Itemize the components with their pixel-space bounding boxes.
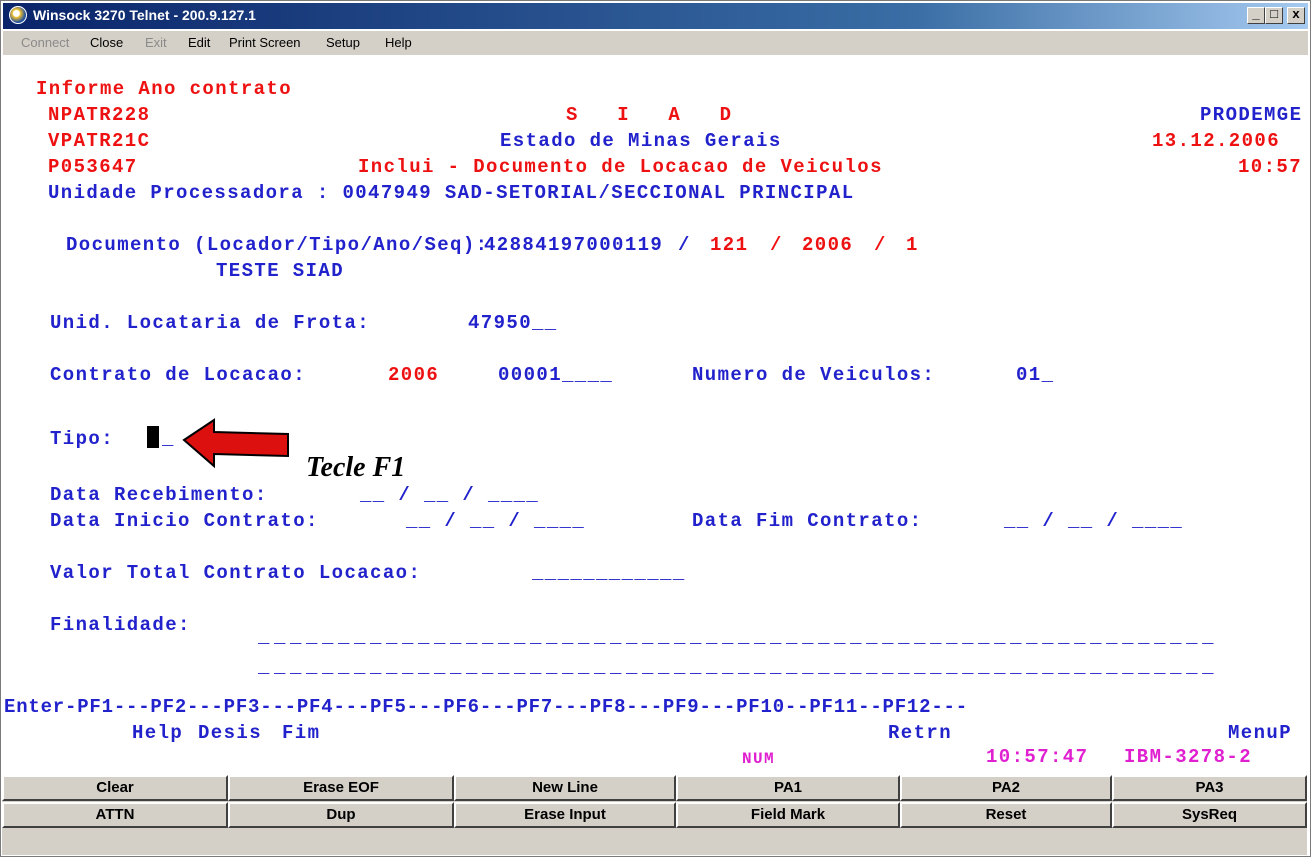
pa3-button[interactable]: PA3: [1112, 775, 1307, 801]
minimize-button[interactable]: _: [1247, 6, 1265, 24]
terminal-screen[interactable]: Informe Ano contrato NPATR228 S I A D PR…: [2, 56, 1307, 774]
pf1-help-label: Help: [132, 722, 184, 744]
app-icon[interactable]: [9, 6, 27, 24]
program-id: NPATR228: [48, 104, 151, 126]
menu-print-screen[interactable]: Print Screen: [229, 35, 301, 50]
valor-total-field[interactable]: ____________: [532, 562, 686, 584]
keypad-panel: Clear Erase EOF New Line PA1 PA2 PA3 ATT…: [2, 775, 1307, 855]
contrato-label: Contrato de Locacao:: [50, 364, 307, 386]
pf-key-line: Enter-PF1---PF2---PF3---PF4---PF5---PF6-…: [4, 696, 968, 718]
contrato-numero-field[interactable]: 00001____: [498, 364, 613, 386]
unid-locataria-label: Unid. Locataria de Frota:: [50, 312, 371, 334]
screen-title: Inclui - Documento de Locacao de Veiculo…: [358, 156, 883, 178]
red-arrow-icon: [182, 418, 289, 469]
pf2-desis-label: Desis: [198, 722, 263, 744]
erase-input-button[interactable]: Erase Input: [454, 802, 676, 828]
finalidade-label: Finalidade:: [50, 614, 191, 636]
numero-veiculos-label: Numero de Veiculos:: [692, 364, 936, 386]
reset-button[interactable]: Reset: [900, 802, 1112, 828]
new-line-button[interactable]: New Line: [454, 775, 676, 801]
finalidade-field-line1[interactable]: ________________________________________…: [258, 626, 1218, 648]
pf3-fim-label: Fim: [282, 722, 321, 744]
close-icon: x: [1292, 6, 1300, 21]
tipo-label: Tipo:: [50, 428, 115, 450]
documento-seq: 1: [906, 234, 919, 256]
erase-eof-button[interactable]: Erase EOF: [228, 775, 454, 801]
menu-exit[interactable]: Exit: [145, 35, 167, 50]
field-mark-button[interactable]: Field Mark: [676, 802, 900, 828]
unidade-processadora: Unidade Processadora : 0047949 SAD-SETOR…: [48, 182, 855, 204]
text-cursor: [147, 426, 159, 448]
system-name: S I A D: [566, 104, 733, 126]
pa1-button[interactable]: PA1: [676, 775, 900, 801]
pf12-menup-label: MenuP: [1228, 722, 1293, 744]
state-name: Estado de Minas Gerais: [500, 130, 782, 152]
tipo-field[interactable]: _: [162, 428, 175, 450]
window-title: Winsock 3270 Telnet - 200.9.127.1: [33, 7, 256, 23]
clear-button[interactable]: Clear: [2, 775, 228, 801]
maximize-button[interactable]: □: [1265, 6, 1283, 24]
unid-locataria-field[interactable]: 47950__: [468, 312, 558, 334]
maximize-icon: □: [1270, 6, 1278, 21]
menu-setup[interactable]: Setup: [326, 35, 360, 50]
annotation-tecle-f1: Tecle F1: [306, 452, 406, 483]
data-recebimento-label: Data Recebimento:: [50, 484, 268, 506]
data-recebimento-field[interactable]: __ / __ / ____: [360, 484, 539, 506]
contrato-ano: 2006: [388, 364, 440, 386]
data-inicio-label: Data Inicio Contrato:: [50, 510, 319, 532]
dup-button[interactable]: Dup: [228, 802, 454, 828]
user-id: P053647: [48, 156, 138, 178]
documento-ano: 2006: [802, 234, 854, 256]
menu-edit[interactable]: Edit: [188, 35, 210, 50]
status-clock: 10:57:47: [986, 746, 1089, 768]
terminal-type: IBM-3278-2: [1124, 746, 1253, 768]
documento-sep: /: [770, 234, 783, 256]
data-fim-field[interactable]: __ / __ / ____: [1004, 510, 1183, 532]
documento-descricao: TESTE SIAD: [216, 260, 345, 282]
numero-veiculos-field[interactable]: 01_: [1016, 364, 1054, 386]
current-date: 13.12.2006: [1152, 130, 1281, 152]
data-fim-label: Data Fim Contrato:: [692, 510, 923, 532]
pa2-button[interactable]: PA2: [900, 775, 1112, 801]
screen-id: VPATR21C: [48, 130, 151, 152]
status-message: Informe Ano contrato: [36, 78, 293, 100]
menu-connect[interactable]: Connect: [21, 35, 69, 50]
sysreq-button[interactable]: SysReq: [1112, 802, 1307, 828]
pf9-retrn-label: Retrn: [888, 722, 953, 744]
num-lock-indicator: NUM: [742, 750, 776, 768]
title-bar[interactable]: Winsock 3270 Telnet - 200.9.127.1 _ □ x: [3, 3, 1308, 29]
data-inicio-field[interactable]: __ / __ / ____: [406, 510, 585, 532]
current-time: 10:57: [1238, 156, 1303, 178]
documento-label: Documento (Locador/Tipo/Ano/Seq):: [66, 234, 489, 256]
documento-sep: /: [678, 234, 691, 256]
company-name: PRODEMGE: [1200, 104, 1303, 126]
finalidade-field-line2[interactable]: ________________________________________…: [258, 656, 1218, 678]
menu-close[interactable]: Close: [90, 35, 123, 50]
documento-locador: 42884197000119: [484, 234, 664, 256]
menu-help[interactable]: Help: [385, 35, 412, 50]
documento-tipo: 121: [710, 234, 749, 256]
attn-button[interactable]: ATTN: [2, 802, 228, 828]
close-window-button[interactable]: x: [1287, 6, 1305, 24]
minimize-icon: _: [1252, 6, 1260, 21]
menu-bar: Connect Close Exit Edit Print Screen Set…: [3, 31, 1308, 55]
valor-total-label: Valor Total Contrato Locacao:: [50, 562, 422, 584]
documento-sep: /: [874, 234, 887, 256]
